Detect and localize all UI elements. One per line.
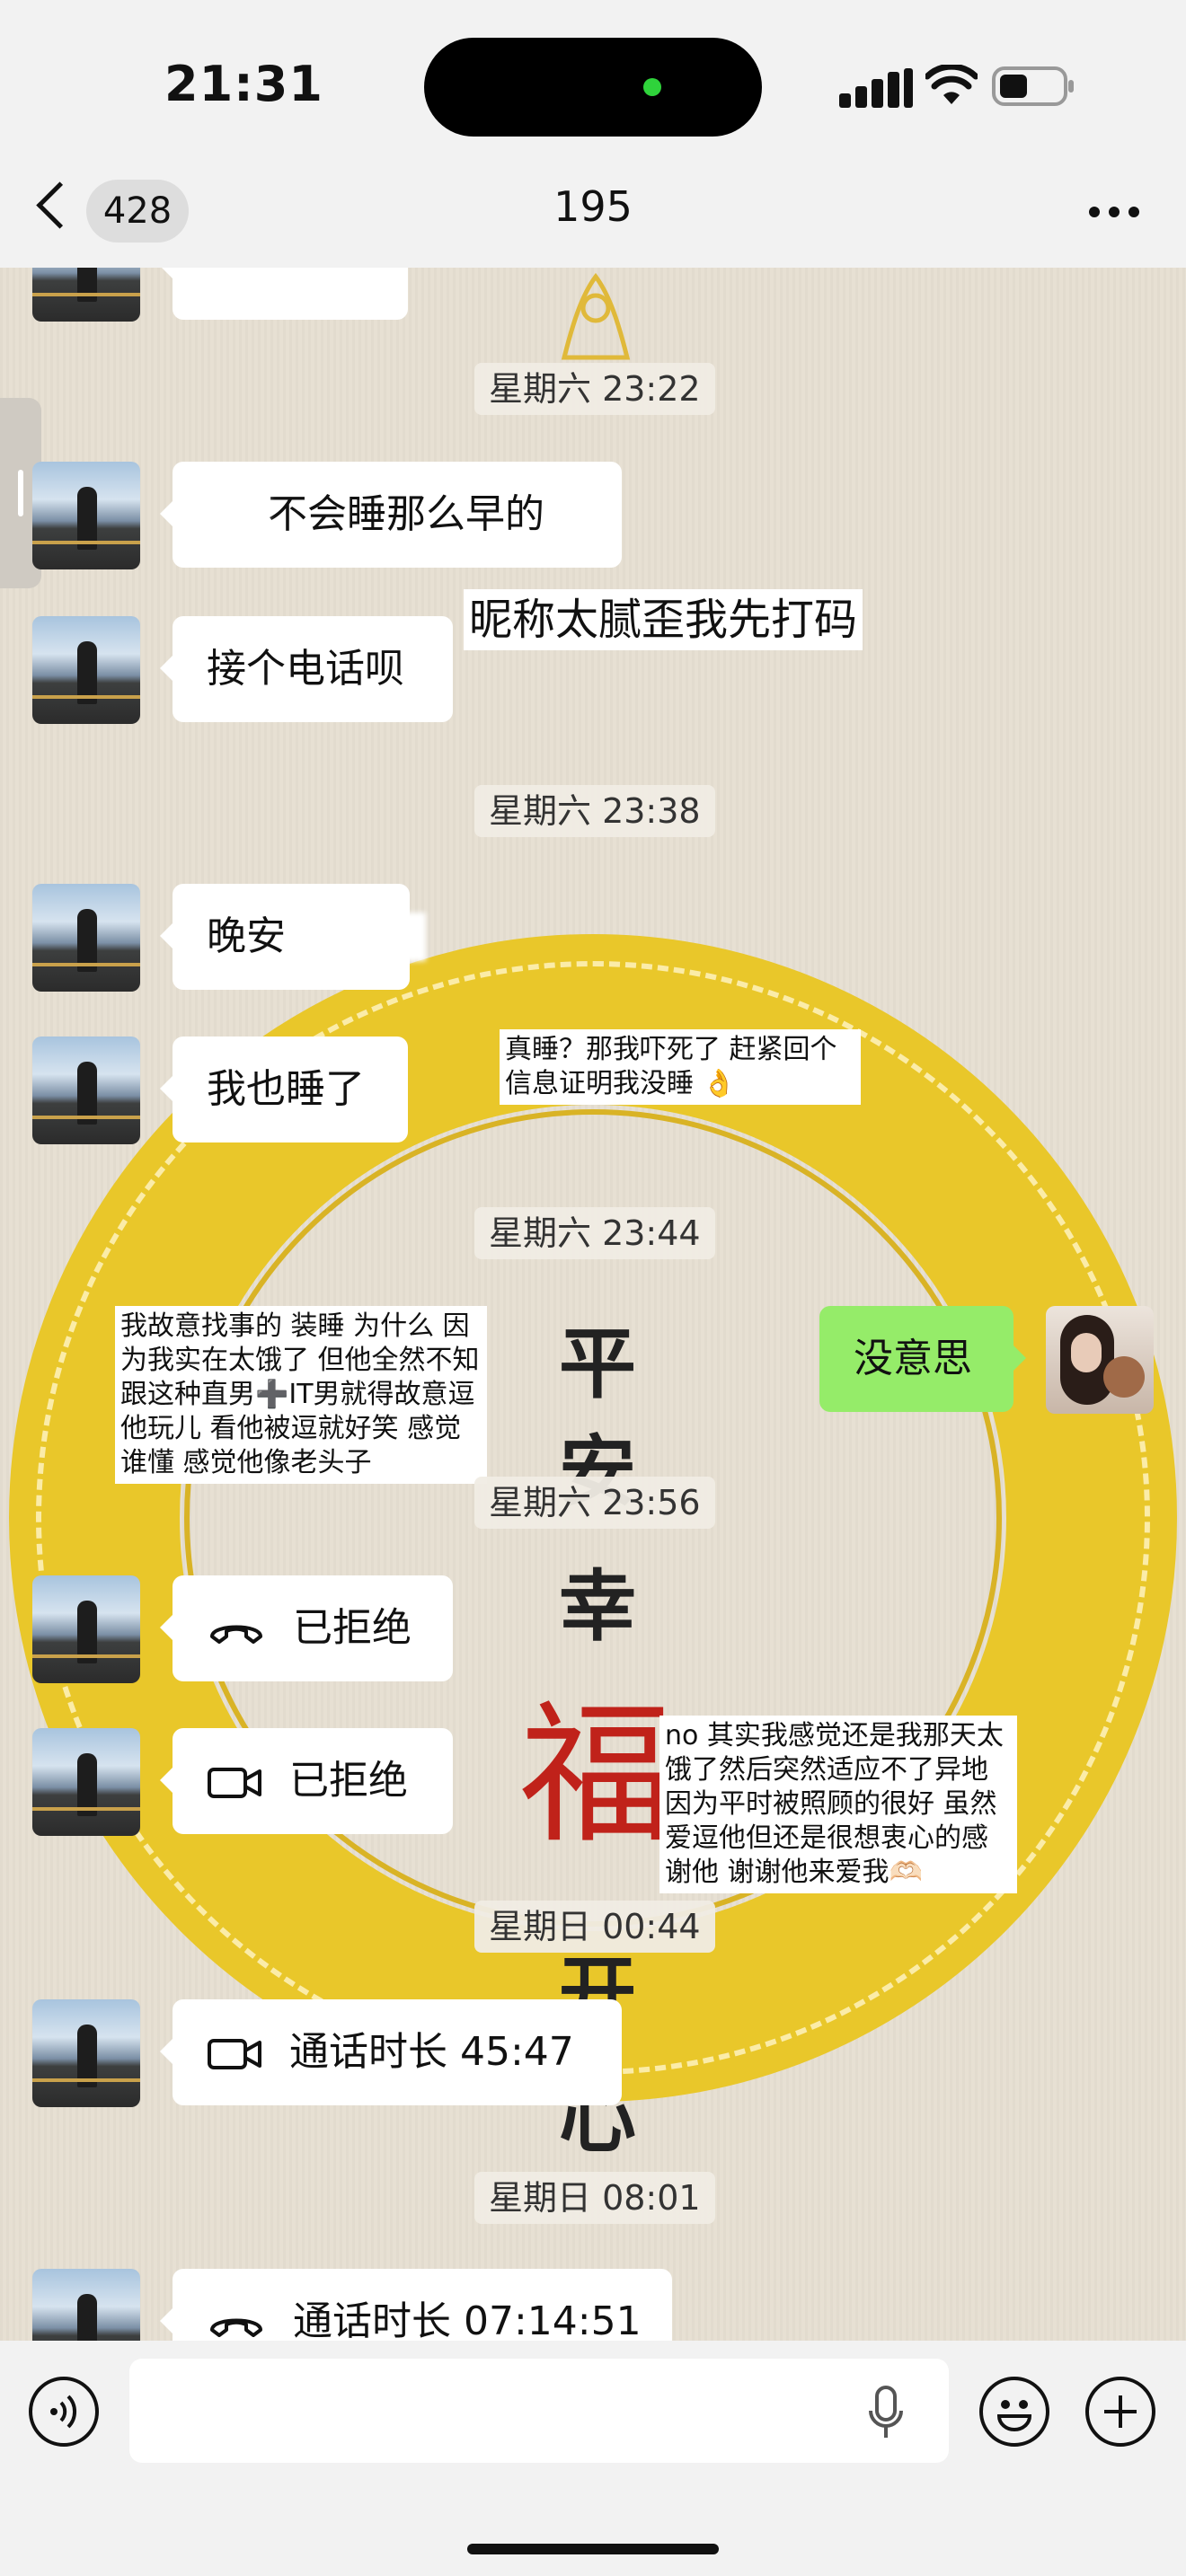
call-bubble[interactable]: 通话时长 45:47	[160, 1999, 622, 2105]
voice-mode-button[interactable]	[29, 2377, 99, 2447]
annotation-really-asleep: 真睡？那我吓死了 赶紧回个信息证明我没睡 👌	[500, 1029, 861, 1105]
message-bubble[interactable]: 我也睡了	[160, 1037, 408, 1142]
microphone-icon[interactable]	[868, 2386, 904, 2441]
emoji-button[interactable]	[979, 2377, 1049, 2447]
chat-message-list[interactable]: 平 安 幸 福 开 心 星期六 23:22 不会睡那么早的 接个电话呗 昵称太腻…	[0, 268, 1186, 2341]
timestamp: 星期六 23:38	[474, 785, 715, 837]
contact-avatar[interactable]	[32, 1037, 140, 1144]
timestamp: 星期六 23:56	[474, 1477, 715, 1529]
contact-avatar[interactable]	[32, 1575, 140, 1683]
contact-avatar[interactable]	[32, 1728, 140, 1836]
unread-count-badge[interactable]: 428	[86, 180, 189, 243]
wifi-icon	[925, 65, 978, 104]
more-functions-button[interactable]	[1085, 2377, 1155, 2447]
redaction-blur	[291, 913, 426, 961]
call-bubble[interactable]: 已拒绝	[160, 1728, 453, 1834]
chat-title: 195	[553, 182, 633, 231]
annotation-no-actually: no 其实我感觉还是我那天太饿了然后突然适应不了异地 因为平时被照顾的很好 虽然…	[659, 1716, 1017, 1893]
timestamp: 星期六 23:44	[474, 1207, 715, 1259]
camera-indicator-dot	[643, 78, 661, 96]
my-avatar[interactable]	[1046, 1306, 1154, 1414]
home-indicator[interactable]	[467, 2544, 719, 2554]
message-text: 不会睡那么早的	[268, 491, 544, 537]
contact-avatar[interactable]	[32, 268, 140, 322]
timestamp: 星期日 00:44	[474, 1901, 715, 1953]
status-bar: 21:31	[0, 0, 1186, 171]
contact-avatar[interactable]	[32, 616, 140, 724]
message-bubble-sent[interactable]: 没意思	[819, 1306, 1026, 1412]
more-options-icon[interactable]	[1089, 207, 1100, 217]
battery-icon	[992, 66, 1074, 106]
timestamp: 星期日 08:01	[474, 2172, 715, 2224]
wallpaper-char-xing: 幸	[559, 1561, 636, 1652]
video-icon	[208, 1768, 261, 1798]
call-bubble[interactable]: 通话时长 07:14:51	[160, 2269, 672, 2341]
message-bubble[interactable]: 接个电话呗	[160, 616, 453, 722]
video-icon	[208, 2039, 261, 2069]
call-duration-text: 通话时长 07:14:51	[293, 2298, 642, 2341]
wallpaper-buddha-ornament	[561, 272, 631, 360]
message-text: 晚安	[207, 913, 286, 959]
call-duration-text: 通话时长 45:47	[289, 2029, 574, 2075]
message-text: 接个电话呗	[207, 646, 404, 692]
signal-icon	[839, 68, 913, 108]
wallpaper-char-fu: 福	[519, 1687, 673, 1865]
contact-avatar[interactable]	[32, 1999, 140, 2107]
back-chevron-icon[interactable]	[36, 181, 84, 229]
chat-header: 428 195	[0, 171, 1186, 268]
status-time: 21:31	[164, 56, 323, 112]
timestamp: 星期六 23:22	[474, 363, 715, 415]
call-status-text: 已拒绝	[293, 1605, 412, 1651]
message-input[interactable]	[129, 2359, 949, 2463]
redaction-blur	[205, 489, 268, 541]
contact-avatar[interactable]	[32, 2269, 140, 2341]
plus-icon	[1104, 2395, 1137, 2428]
dynamic-island	[424, 38, 762, 137]
message-bubble-partial[interactable]	[160, 268, 408, 320]
annotation-nickname-note: 昵称太腻歪我先打码	[464, 589, 863, 650]
wallpaper-char-ping: 平	[559, 1319, 636, 1409]
contact-avatar[interactable]	[32, 884, 140, 992]
contact-avatar[interactable]	[32, 462, 140, 569]
smiley-icon	[996, 2400, 1032, 2431]
voice-wave-icon	[50, 2395, 77, 2429]
message-text: 我也睡了	[207, 1066, 365, 1112]
call-bubble[interactable]: 已拒绝	[160, 1575, 453, 1681]
annotation-picking-fight: 我故意找事的 装睡 为什么 因为我实在太饿了 但他全然不知 跟这种直男➕IT男就…	[115, 1306, 487, 1484]
call-status-text: 已拒绝	[289, 1758, 408, 1804]
phone-icon	[210, 1625, 262, 1644]
phone-icon	[210, 2318, 262, 2337]
message-text: 没意思	[854, 1336, 972, 1381]
